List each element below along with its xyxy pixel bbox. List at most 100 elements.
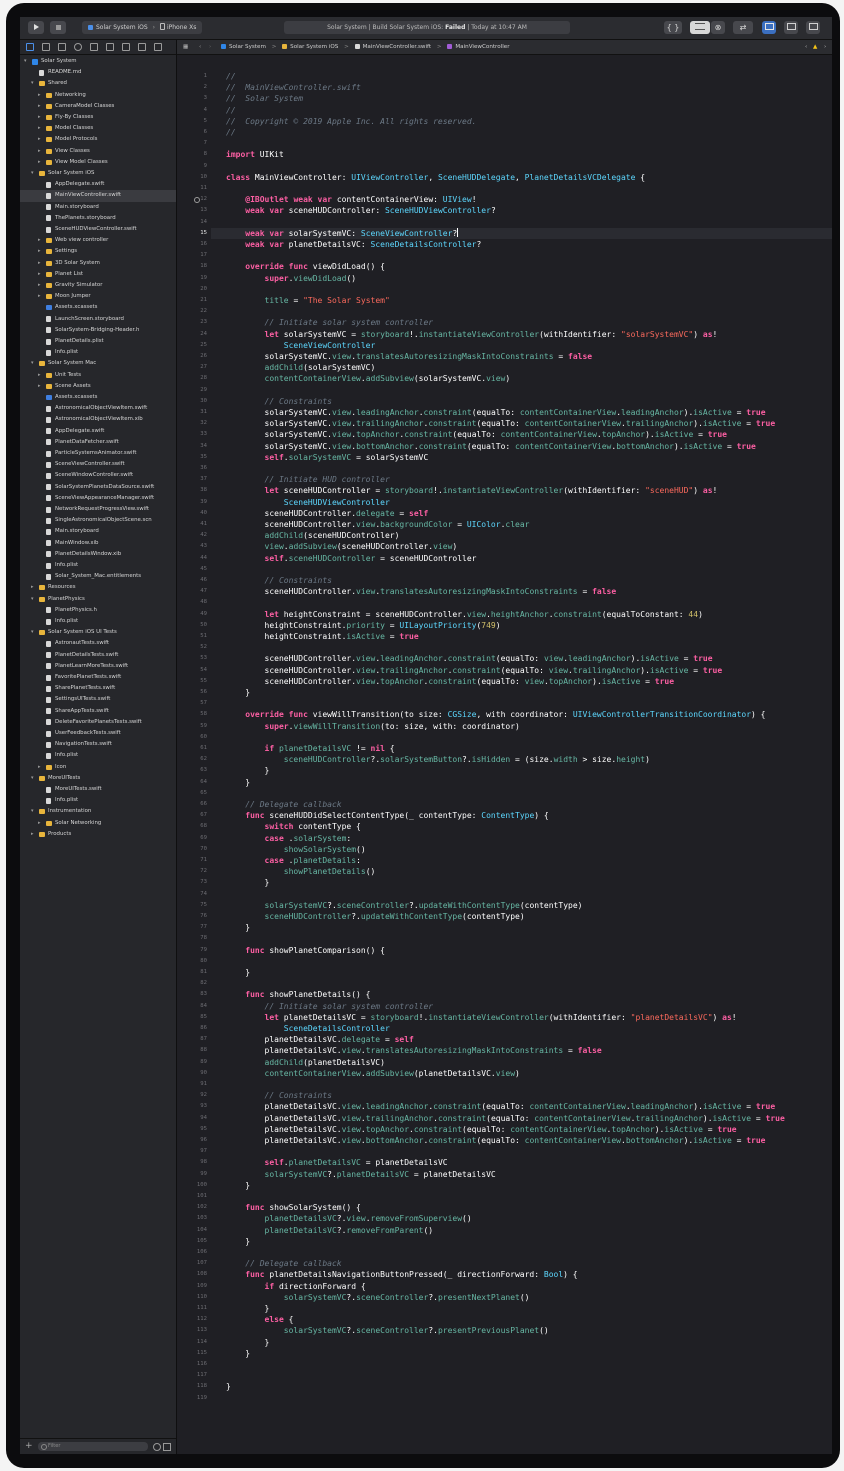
code-line[interactable]: heightConstraint.isActive = true	[226, 631, 419, 642]
code-line[interactable]: weak var solarSystemVC: SceneViewControl…	[226, 227, 459, 239]
disclosure-closed-icon[interactable]: ▸	[38, 280, 41, 291]
code-line[interactable]: planetDetailsVC.view.trailingAnchor.cons…	[226, 1113, 785, 1124]
disclosure-open-icon[interactable]: ▾	[31, 806, 34, 817]
code-line[interactable]: // Initiate solar system controller	[226, 1001, 434, 1012]
code-line[interactable]: showPlanetDetails()	[226, 866, 376, 877]
navigator-group[interactable]: ▾ Solar System Mac	[20, 358, 176, 369]
debug-toggle-button[interactable]	[784, 21, 798, 34]
code-line[interactable]: addChild(sceneHUDController)	[226, 530, 400, 541]
code-line[interactable]: solarSystemVC.view.bottomAnchor.constrai…	[226, 441, 756, 452]
disclosure-closed-icon[interactable]: ▸	[38, 101, 41, 112]
code-line[interactable]: }	[226, 765, 270, 776]
disclosure-open-icon[interactable]: ▾	[31, 773, 34, 784]
code-line[interactable]: }	[226, 1303, 270, 1314]
code-line[interactable]: case .planetDetails:	[226, 855, 361, 866]
disclosure-closed-icon[interactable]: ▸	[38, 157, 41, 168]
navigator-toggle-button[interactable]	[762, 21, 776, 34]
debug-navigator-icon[interactable]	[122, 43, 130, 51]
navigator-file[interactable]: ParticleSystemsAnimator.swift	[20, 448, 176, 459]
navigator-file[interactable]: PlanetLearnMoreTests.swift	[20, 661, 176, 672]
code-line[interactable]: solarSystemVC.view.leadingAnchor.constra…	[226, 407, 766, 418]
navigator-file[interactable]: AstronautTests.swift	[20, 638, 176, 649]
source-control-icon[interactable]	[42, 43, 50, 51]
filter-input[interactable]: Filter	[38, 1442, 148, 1451]
navigator-file[interactable]: DeleteFavoritePlanetsTests.swift	[20, 717, 176, 728]
navigator-file[interactable]: README.md	[20, 67, 176, 78]
navigator-file[interactable]: SolarSystem-Bridging-Header.h	[20, 325, 176, 336]
navigator-file[interactable]: PlanetDetailsTests.swift	[20, 650, 176, 661]
disclosure-open-icon[interactable]: ▾	[31, 168, 34, 179]
navigator-file[interactable]: LaunchScreen.storyboard	[20, 314, 176, 325]
code-line[interactable]: planetDetailsVC?.view.removeFromSupervie…	[226, 1213, 472, 1224]
code-line[interactable]: sceneHUDController.view.leadingAnchor.co…	[226, 653, 713, 664]
inspector-toggle-button[interactable]	[806, 21, 820, 34]
code-line[interactable]: solarSystemVC.view.translatesAutoresizin…	[226, 351, 593, 362]
code-line[interactable]: view.addSubview(sceneHUDController.view)	[226, 541, 458, 552]
navigator-group[interactable]: ▸ Products	[20, 829, 176, 840]
find-navigator-icon[interactable]	[74, 43, 82, 51]
navigator-file[interactable]: MainWindow.xib	[20, 538, 176, 549]
report-navigator-icon[interactable]	[154, 43, 162, 51]
code-line[interactable]: //	[226, 105, 236, 116]
navigator-project[interactable]: ▾ Solar System	[20, 56, 176, 67]
navigator-group[interactable]: ▾ Shared	[20, 78, 176, 89]
code-line[interactable]: sceneHUDController.view.translatesAutore…	[226, 586, 617, 597]
code-line[interactable]: super.viewDidLoad()	[226, 273, 357, 284]
code-line[interactable]: sceneHUDController.view.backgroundColor …	[226, 519, 530, 530]
code-line[interactable]: func showSolarSystem() {	[226, 1202, 361, 1213]
code-line[interactable]: solarSystemVC?.sceneController?.presentP…	[226, 1325, 549, 1336]
navigator-file[interactable]: PlanetDetailsWindow.xib	[20, 549, 176, 560]
navigator-file[interactable]: PlanetDetails.plist	[20, 336, 176, 347]
code-line[interactable]: showSolarSystem()	[226, 844, 366, 855]
code-line[interactable]: }	[226, 877, 270, 888]
code-line[interactable]: planetDetailsVC.view.leadingAnchor.const…	[226, 1101, 776, 1112]
code-line[interactable]: func planetDetailsNavigationButtonPresse…	[226, 1269, 577, 1280]
code-line[interactable]: title = "The Solar System"	[226, 295, 390, 306]
navigator-file[interactable]: SettingsUITests.swift	[20, 694, 176, 705]
navigator-file[interactable]: ShareAppTests.swift	[20, 706, 176, 717]
navigator-file[interactable]: AstronomicalObjectViewItem.swift	[20, 403, 176, 414]
source-editor[interactable]: 1 2 3 4 5 6 7 8 9 10 11 12 13 14 15 16 17 18 19 20 21 22 23 24 2…	[177, 55, 832, 1454]
navigator-file[interactable]: AppDelegate.swift	[20, 179, 176, 190]
navigator-file[interactable]: SceneWindowController.swift	[20, 470, 176, 481]
code-line[interactable]: weak var planetDetailsVC: SceneDetailsCo…	[226, 239, 481, 250]
code-line[interactable]: planetDetailsVC.delegate = self	[226, 1034, 414, 1045]
disclosure-closed-icon[interactable]: ▸	[38, 370, 41, 381]
navigator-file[interactable]: SceneViewAppearanceManager.swift	[20, 493, 176, 504]
navigator-group[interactable]: Assets.xcassets	[20, 302, 176, 313]
navigator-file[interactable]: FavoritePlanetTests.swift	[20, 672, 176, 683]
navigator-file[interactable]: PlanetPhysics.h	[20, 605, 176, 616]
navigator-group[interactable]: ▸ View Model Classes	[20, 157, 176, 168]
navigator-file[interactable]: Main.storyboard	[20, 526, 176, 537]
navigator-file[interactable]: Info.plist	[20, 560, 176, 571]
navigator-group[interactable]: ▸ Model Protocols	[20, 134, 176, 145]
navigator-file[interactable]: NavigationTests.swift	[20, 739, 176, 750]
code-line[interactable]: // Initiate HUD controller	[226, 474, 390, 485]
breakpoint-navigator-icon[interactable]	[138, 43, 146, 51]
code-line[interactable]: SceneHUDViewController	[226, 497, 390, 508]
breadcrumb-file[interactable]: MainViewController.swift	[354, 44, 431, 50]
code-line[interactable]: //	[226, 127, 236, 138]
outlet-connection-icon[interactable]	[194, 196, 200, 203]
code-line[interactable]: // Solar System	[226, 93, 303, 104]
breadcrumb-symbol[interactable]: MainViewController	[447, 44, 510, 50]
project-navigator-icon[interactable]	[26, 43, 34, 51]
code-line[interactable]: self.sceneHUDController = sceneHUDContro…	[226, 553, 477, 564]
navigator-group[interactable]: ▸ Web view controller	[20, 235, 176, 246]
code-line[interactable]: contentContainerView.addSubview(solarSys…	[226, 373, 511, 384]
code-line[interactable]: func showPlanetComparison() {	[226, 945, 385, 956]
navigator-file[interactable]: SceneHUDViewController.swift	[20, 224, 176, 235]
code-line[interactable]: func showPlanetDetails() {	[226, 989, 370, 1000]
code-line[interactable]: @IBOutlet weak var contentContainerView:…	[226, 194, 476, 205]
navigator-group[interactable]: ▾ Solar System iOS UI Tests	[20, 627, 176, 638]
code-line[interactable]: planetDetailsVC.view.translatesAutoresiz…	[226, 1045, 602, 1056]
code-line[interactable]: solarSystemVC?.sceneController?.presentN…	[226, 1292, 530, 1303]
navigator-file[interactable]: UserFeedbackTests.swift	[20, 728, 176, 739]
code-line[interactable]: planetDetailsVC?.removeFromParent()	[226, 1225, 434, 1236]
code-line[interactable]: }	[226, 1381, 231, 1392]
navigator-file[interactable]: SceneViewController.swift	[20, 459, 176, 470]
forward-button[interactable]: ›	[209, 40, 211, 54]
code-line[interactable]: let heightConstraint = sceneHUDControlle…	[226, 609, 703, 620]
navigator-file[interactable]: SingleAstronomicalObjectScene.scn	[20, 515, 176, 526]
navigator-file[interactable]: SharePlanetTests.swift	[20, 683, 176, 694]
